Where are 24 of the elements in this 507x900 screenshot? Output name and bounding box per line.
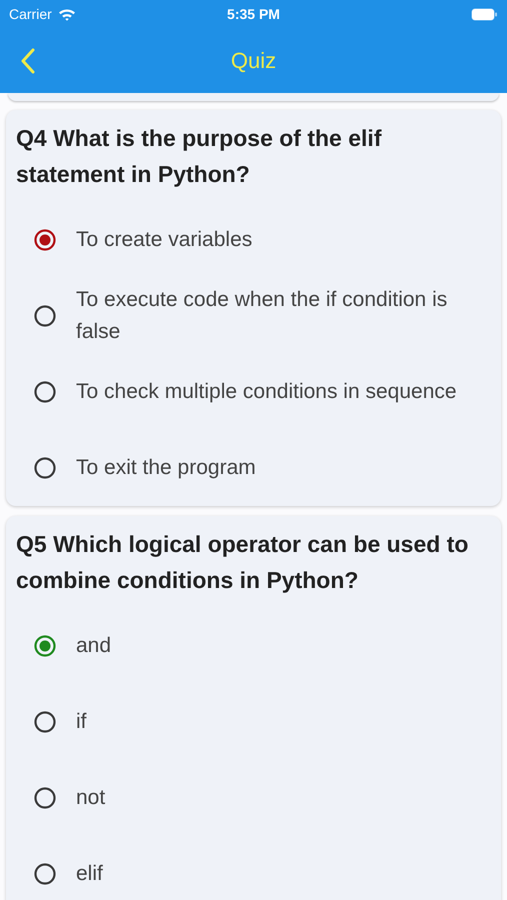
radio-selected-icon[interactable]	[34, 229, 56, 251]
option-label[interactable]: To exit the program	[76, 452, 256, 484]
radio-icon[interactable]	[34, 863, 56, 885]
question-title: Q5 Which logical operator can be used to combine conditions in Python?	[15, 530, 470, 595]
radio-icon[interactable]	[34, 305, 56, 327]
radio-icon[interactable]	[34, 711, 56, 733]
radio-icon[interactable]	[34, 381, 56, 403]
question-title: Q4 What is the purpose of the elif statement in Python?	[15, 124, 383, 189]
radio-icon[interactable]	[34, 457, 56, 479]
wifi-icon	[58, 8, 76, 20]
time-label: 5:35 PM	[227, 4, 280, 24]
radio-selected-icon[interactable]	[34, 635, 56, 657]
option-label[interactable]: To create variables	[76, 224, 252, 256]
option-label[interactable]: To check multiple conditions in sequence	[76, 376, 457, 408]
option-label[interactable]: not	[76, 782, 106, 814]
back-icon	[20, 48, 36, 74]
option-label[interactable]: if	[76, 706, 86, 738]
option-label[interactable]: To execute code when the if condition is false	[76, 284, 477, 348]
carrier-label: Carrier	[9, 4, 52, 24]
option-label[interactable]: and	[76, 630, 112, 662]
nav-title: Quiz	[230, 47, 276, 75]
battery-icon	[471, 8, 498, 20]
option-label[interactable]: elif	[76, 858, 103, 890]
radio-icon[interactable]	[34, 787, 56, 809]
